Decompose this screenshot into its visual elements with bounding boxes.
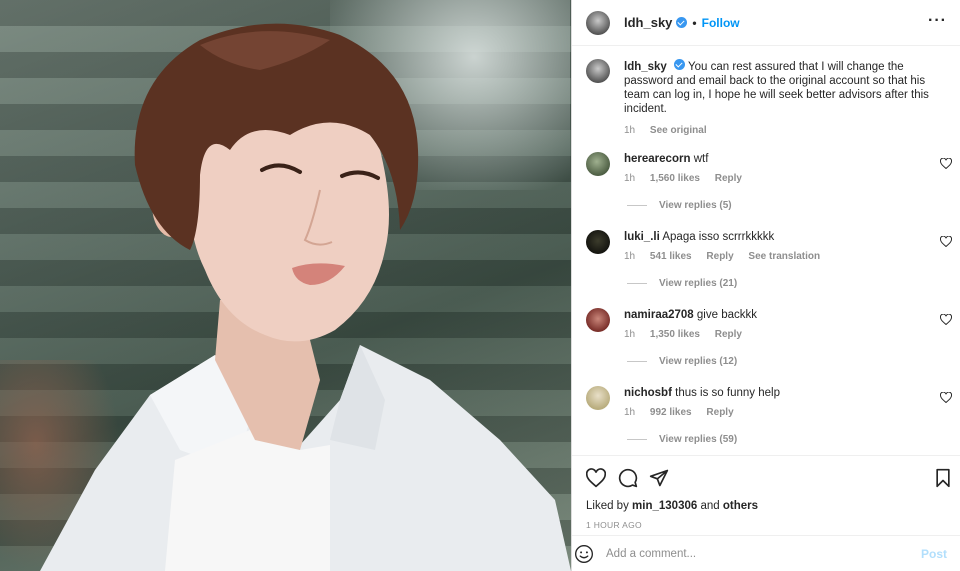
emoji-icon[interactable]	[574, 544, 594, 564]
caption: ldh_sky You can rest assured that I will…	[586, 59, 946, 138]
comment-body: herearecorn wtf 1h 1,560 likes Reply	[624, 152, 924, 186]
comment-likes[interactable]: 1,560 likes	[650, 173, 700, 184]
liked-by-and: and	[700, 500, 720, 512]
author-username[interactable]: ldh_sky	[624, 15, 672, 30]
comment-meta: 1h 1,350 likes Reply	[624, 328, 924, 342]
comment-time[interactable]: 1h	[624, 329, 635, 340]
caption-time[interactable]: 1h	[624, 125, 635, 136]
comment-item: nichosbf thus is so funny help 1h 992 li…	[586, 386, 956, 420]
comment-like-heart-icon[interactable]	[940, 236, 952, 247]
follow-button[interactable]: Follow	[702, 16, 740, 30]
separator-dot: •	[692, 15, 697, 30]
caption-body: ldh_sky You can rest assured that I will…	[624, 59, 942, 138]
view-replies-button[interactable]: View replies (5)	[627, 200, 732, 211]
reply-button[interactable]: Reply	[706, 407, 733, 418]
comment-avatar[interactable]	[586, 308, 610, 332]
see-translation-button[interactable]: See translation	[748, 251, 820, 262]
comment-likes[interactable]: 1,350 likes	[650, 329, 700, 340]
comment-meta: 1h 1,560 likes Reply	[624, 172, 924, 186]
more-options-icon[interactable]: ···	[928, 13, 947, 29]
comment-avatar[interactable]	[586, 386, 610, 410]
share-icon[interactable]	[649, 468, 669, 488]
liked-by: Liked by min_130306 and others	[586, 500, 758, 512]
comments-list[interactable]: ldh_sky You can rest assured that I will…	[572, 46, 960, 456]
liked-by-prefix: Liked by	[586, 500, 629, 512]
reply-button[interactable]: Reply	[715, 173, 742, 184]
comment-username[interactable]: nichosbf	[624, 387, 672, 399]
comment-body: namiraa2708 give backkk 1h 1,350 likes R…	[624, 308, 924, 342]
header-user-group: ldh_sky • Follow	[624, 15, 740, 30]
comment-item: namiraa2708 give backkk 1h 1,350 likes R…	[586, 308, 956, 342]
reply-button[interactable]: Reply	[715, 329, 742, 340]
comment-meta: 1h 992 likes Reply	[624, 406, 924, 420]
caption-avatar[interactable]	[586, 59, 610, 83]
comment-text: Apaga isso scrrrkkkkk	[662, 231, 775, 243]
post-photo[interactable]	[0, 0, 571, 571]
comment-icon[interactable]	[618, 468, 638, 488]
comment-likes[interactable]: 992 likes	[650, 407, 692, 418]
bookmark-icon[interactable]	[933, 468, 953, 488]
post-sidebar: ldh_sky • Follow ··· ldh_sky You can res…	[571, 0, 960, 571]
comment-body: nichosbf thus is so funny help 1h 992 li…	[624, 386, 924, 420]
comment-like-heart-icon[interactable]	[940, 314, 952, 325]
add-comment-bar: Post	[572, 535, 960, 571]
comment-time[interactable]: 1h	[624, 251, 635, 262]
comment-username[interactable]: herearecorn	[624, 153, 690, 165]
reply-button[interactable]: Reply	[706, 251, 733, 262]
caption-meta: 1h See original	[624, 124, 942, 138]
comment-username[interactable]: luki_.li	[624, 231, 660, 243]
comment-text: wtf	[693, 153, 709, 165]
caption-text: You can rest assured that I will change …	[624, 61, 929, 115]
photo-subject	[40, 23, 571, 571]
comment-likes[interactable]: 541 likes	[650, 251, 692, 262]
comment-like-heart-icon[interactable]	[940, 392, 952, 403]
comment-username[interactable]: namiraa2708	[624, 309, 694, 321]
comment-meta: 1h 541 likes Reply See translation	[624, 250, 924, 264]
post-timestamp[interactable]: 1 HOUR AGO	[586, 520, 642, 530]
author-avatar[interactable]	[586, 10, 610, 35]
caption-username[interactable]: ldh_sky	[624, 61, 667, 73]
view-replies-button[interactable]: View replies (21)	[627, 278, 737, 289]
liked-by-others[interactable]: others	[723, 500, 758, 512]
post-header: ldh_sky • Follow ···	[572, 0, 960, 46]
comment-time[interactable]: 1h	[624, 173, 635, 184]
comment-text: thus is so funny help	[675, 387, 780, 399]
comment-avatar[interactable]	[586, 230, 610, 254]
comment-item: herearecorn wtf 1h 1,560 likes Reply	[586, 152, 956, 186]
view-replies-button[interactable]: View replies (59)	[627, 434, 737, 445]
heart-icon[interactable]	[586, 468, 606, 488]
verified-badge-icon	[676, 17, 688, 28]
comment-avatar[interactable]	[586, 152, 610, 176]
comment-item: luki_.li Apaga isso scrrrkkkkk 1h 541 li…	[586, 230, 956, 264]
action-bar	[572, 458, 960, 498]
comment-like-heart-icon[interactable]	[940, 158, 952, 169]
comment-time[interactable]: 1h	[624, 407, 635, 418]
liked-by-user[interactable]: min_130306	[632, 500, 697, 512]
view-replies-button[interactable]: View replies (12)	[627, 356, 737, 367]
comment-text: give backkk	[696, 309, 757, 321]
comment-body: luki_.li Apaga isso scrrrkkkkk 1h 541 li…	[624, 230, 924, 264]
verified-badge-icon	[674, 59, 686, 70]
comment-input[interactable]	[606, 547, 896, 560]
post-comment-button[interactable]: Post	[921, 547, 947, 561]
see-original-button[interactable]: See original	[650, 125, 707, 136]
